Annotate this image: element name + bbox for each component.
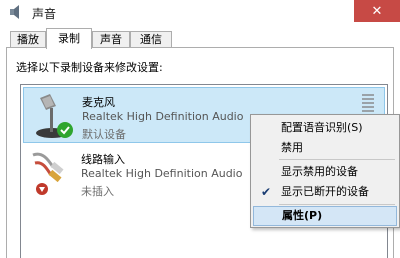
menu-item-label: 显示已断开的设备 xyxy=(281,185,369,198)
menu-separator xyxy=(279,159,395,160)
menu-item-label: 属性(P) xyxy=(282,209,323,222)
menu-item-label: 显示禁用的设备 xyxy=(281,165,358,178)
tab-recording[interactable]: 录制 xyxy=(46,28,92,49)
title-bar: 声音 ✕ xyxy=(0,0,400,28)
device-description: Realtek High Definition Audio xyxy=(81,167,243,180)
window-title: 声音 xyxy=(32,7,57,21)
menu-item-configure-speech[interactable]: 配置语音识别(S) xyxy=(253,118,397,138)
tab-strip: 播放 录制 声音 通信 xyxy=(0,28,400,49)
device-name: 线路输入 xyxy=(81,153,125,166)
device-name: 麦克风 xyxy=(82,96,115,109)
close-button[interactable]: ✕ xyxy=(354,0,400,22)
tab-sounds[interactable]: 声音 xyxy=(92,31,130,48)
speaker-icon xyxy=(10,5,19,19)
menu-item-disable[interactable]: 禁用 xyxy=(253,138,397,158)
instruction-text: 选择以下录制设备来修改设置: xyxy=(16,61,163,74)
tab-communications[interactable]: 通信 xyxy=(130,31,172,48)
device-status: 未插入 xyxy=(81,185,114,198)
menu-item-show-disconnected[interactable]: ✔ 显示已断开的设备 xyxy=(253,182,397,202)
menu-item-label: 禁用 xyxy=(281,141,303,154)
context-menu: 配置语音识别(S) 禁用 显示禁用的设备 ✔ 显示已断开的设备 属性(P) xyxy=(250,114,400,228)
menu-separator xyxy=(279,204,395,205)
line-in-icon xyxy=(32,152,64,195)
checkmark-icon: ✔ xyxy=(261,185,272,199)
device-status: 默认设备 xyxy=(82,128,126,141)
menu-item-show-disabled[interactable]: 显示禁用的设备 xyxy=(253,162,397,182)
device-description: Realtek High Definition Audio xyxy=(82,110,244,123)
tab-playback[interactable]: 播放 xyxy=(10,31,46,48)
microphone-icon xyxy=(36,94,73,138)
menu-item-label: 配置语音识别(S) xyxy=(281,121,363,134)
close-icon: ✕ xyxy=(371,3,383,19)
menu-item-properties[interactable]: 属性(P) xyxy=(253,206,397,226)
